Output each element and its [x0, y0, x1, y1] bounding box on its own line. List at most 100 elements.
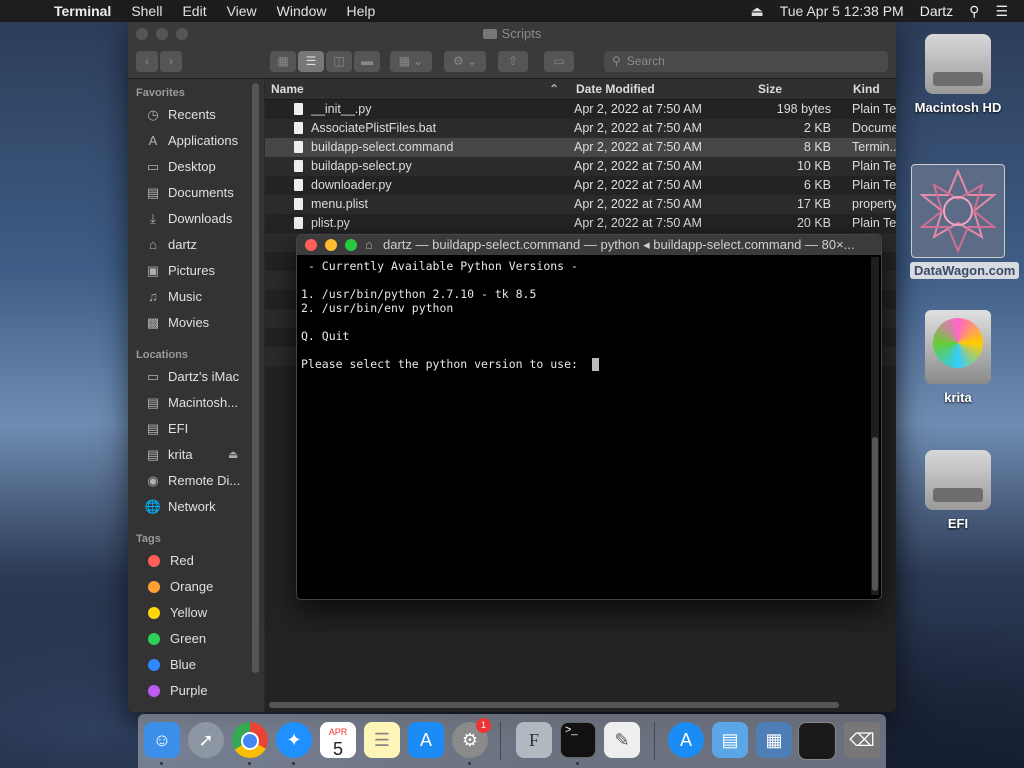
clock[interactable]: Tue Apr 5 12:38 PM — [780, 3, 904, 19]
terminal-titlebar[interactable]: ⌂ dartz — buildapp-select.command — pyth… — [297, 235, 881, 255]
column-date-modified[interactable]: Date Modified — [576, 82, 655, 96]
column-name[interactable]: Name — [271, 82, 304, 96]
forward-button[interactable]: › — [160, 51, 182, 72]
user-menu[interactable]: Dartz — [920, 3, 953, 19]
menu-shell[interactable]: Shell — [131, 3, 162, 19]
font-book-icon[interactable]: F — [516, 722, 552, 758]
sidebar-item-recents[interactable]: ◷ Recents — [144, 105, 215, 125]
sidebar-item-imac[interactable]: ▭ Dartz's iMac — [144, 367, 239, 387]
sidebar-item-macintosh[interactable]: ▤ Macintosh... — [144, 393, 238, 413]
desktop-icon-krita[interactable]: krita — [910, 310, 1006, 405]
sidebar-item-pictures[interactable]: ▣ Pictures — [144, 261, 215, 281]
sidebar-item-remote-disc[interactable]: ◉ Remote Di... — [144, 471, 240, 491]
sidebar-item-network[interactable]: 🌐 Network — [144, 497, 216, 517]
sidebar-item-efi[interactable]: ▤ EFI — [144, 419, 188, 439]
disc-icon: ◉ — [147, 473, 159, 488]
menu-edit[interactable]: Edit — [182, 3, 206, 19]
sidebar-tag-orange[interactable]: Orange — [144, 577, 213, 597]
tags-button[interactable]: ▭ — [544, 51, 574, 72]
table-row[interactable]: buildapp-select.py Apr 2, 2022 at 7:50 AM… — [265, 157, 896, 176]
finder-close-button[interactable] — [136, 28, 148, 40]
downloads-stack-icon[interactable]: ▦ — [756, 722, 792, 758]
app-store-icon[interactable]: A — [408, 722, 444, 758]
documents-folder-icon[interactable]: ▤ — [712, 722, 748, 758]
sidebar-tag-green[interactable]: Green — [144, 629, 206, 649]
sidebar-item-documents[interactable]: ▤ Documents — [144, 183, 234, 203]
clock-icon: ◷ — [147, 107, 159, 122]
sidebar-item-movies[interactable]: ▩ Movies — [144, 313, 209, 333]
sort-chevron-icon[interactable]: ⌃ — [549, 82, 559, 96]
trash-icon[interactable]: ⌫ — [844, 722, 880, 758]
terminal-minimize-button[interactable] — [325, 239, 337, 251]
terminal-scrollbar[interactable] — [871, 257, 879, 595]
column-kind[interactable]: Kind — [853, 82, 880, 96]
desktop-icon-macintosh-hd[interactable]: Macintosh HD — [910, 34, 1006, 115]
sidebar-tag-blue[interactable]: Blue — [144, 655, 196, 675]
terminal-scroll-thumb[interactable] — [872, 437, 878, 591]
window-thumbnail-icon[interactable] — [798, 722, 836, 760]
sidebar-item-krita[interactable]: ▤ krita ⏏ — [144, 445, 239, 465]
menu-window[interactable]: Window — [277, 3, 327, 19]
gallery-view-button[interactable]: ▬ — [354, 51, 380, 72]
finder-dock-icon[interactable]: ☺ — [144, 722, 180, 758]
menu-help[interactable]: Help — [346, 3, 375, 19]
terminal-close-button[interactable] — [305, 239, 317, 251]
tag-label: Green — [170, 631, 207, 646]
back-button[interactable]: ‹ — [136, 51, 158, 72]
sidebar-item-label: EFI — [168, 421, 189, 436]
terminal-output[interactable]: - Currently Available Python Versions - … — [301, 257, 869, 599]
menu-app-terminal[interactable]: Terminal — [54, 3, 111, 19]
icon-view-button[interactable]: ▦ — [270, 51, 296, 72]
sidebar-scrollbar[interactable] — [252, 83, 259, 673]
desktop-icon-datawagon[interactable]: DataWagon.com — [910, 164, 1020, 279]
share-button[interactable]: ⇧ — [498, 51, 528, 72]
table-row[interactable]: __init__.py Apr 2, 2022 at 7:50 AM 198 byt… — [265, 100, 896, 119]
desktop-icon-efi[interactable]: EFI — [910, 450, 1006, 531]
launchpad-dock-icon[interactable]: ➚ — [188, 722, 224, 758]
file-date: Apr 2, 2022 at 7:50 AM — [574, 216, 702, 230]
column-header-row: Name ⌃ Date Modified Size Kind — [265, 79, 896, 100]
drive-icon: ▤ — [146, 447, 160, 462]
safari-compass-icon[interactable]: ✦ — [276, 722, 312, 758]
sidebar-item-desktop[interactable]: ▭ Desktop — [144, 157, 216, 177]
spotlight-search-icon[interactable]: ⚲ — [969, 3, 979, 20]
terminal-zoom-button[interactable] — [345, 239, 357, 251]
textedit-dock-icon[interactable]: ✎ — [604, 722, 640, 758]
action-gear-button[interactable]: ⚙ ⌄ — [444, 51, 486, 72]
group-by-button[interactable]: ▦ ⌄ — [390, 51, 432, 72]
column-size[interactable]: Size — [758, 82, 782, 96]
column-view-button[interactable]: ◫ — [326, 51, 352, 72]
file-icon — [294, 179, 303, 191]
table-row[interactable]: buildapp-select.command Apr 2, 2022 at 7:… — [265, 138, 896, 157]
finder-minimize-button[interactable] — [156, 28, 168, 40]
sidebar-item-downloads[interactable]: ⤓ Downloads — [144, 209, 232, 229]
file-date: Apr 2, 2022 at 7:50 AM — [574, 140, 702, 154]
calendar-dock-icon[interactable]: APR 5 — [320, 722, 356, 759]
menu-view[interactable]: View — [227, 3, 257, 19]
file-date: Apr 2, 2022 at 7:50 AM — [574, 121, 702, 135]
finder-zoom-button[interactable] — [176, 28, 188, 40]
table-row[interactable]: AssociatePlistFiles.bat Apr 2, 2022 at 7:… — [265, 119, 896, 138]
terminal-dock-icon[interactable]: >_ — [560, 722, 596, 758]
sidebar-tag-yellow[interactable]: Yellow — [144, 603, 207, 623]
file-name: __init__.py — [311, 102, 372, 116]
eject-icon[interactable]: ⏏ — [750, 3, 763, 20]
table-row[interactable]: plist.py Apr 2, 2022 at 7:50 AM 20 KB Plain… — [265, 214, 896, 233]
finder-titlebar[interactable]: Scripts — [128, 22, 896, 46]
eject-icon[interactable]: ⏏ — [228, 445, 238, 465]
notes-dock-icon[interactable]: ☰ — [364, 722, 400, 758]
sidebar-tag-red[interactable]: Red — [144, 551, 194, 571]
table-row[interactable]: downloader.py Apr 2, 2022 at 7:50 AM 6 KB P… — [265, 176, 896, 195]
sidebar-tag-purple[interactable]: Purple — [144, 681, 208, 701]
table-row[interactable]: menu.plist Apr 2, 2022 at 7:50 AM 17 KB pro… — [265, 195, 896, 214]
horizontal-scrollbar[interactable] — [269, 702, 839, 708]
applications-folder-icon[interactable]: A — [668, 722, 704, 758]
sidebar-item-music[interactable]: ♫ Music — [144, 287, 202, 307]
notification-center-icon[interactable]: ☰ — [995, 3, 1008, 20]
search-field[interactable]: ⚲ Search — [604, 51, 888, 72]
sidebar-item-dartz[interactable]: ⌂ dartz — [144, 235, 197, 255]
sidebar-item-applications[interactable]: A Applications — [144, 131, 238, 151]
list-view-button[interactable]: ☰ — [298, 51, 324, 72]
tag-label: Blue — [170, 657, 197, 672]
chrome-dock-icon[interactable] — [232, 722, 268, 758]
